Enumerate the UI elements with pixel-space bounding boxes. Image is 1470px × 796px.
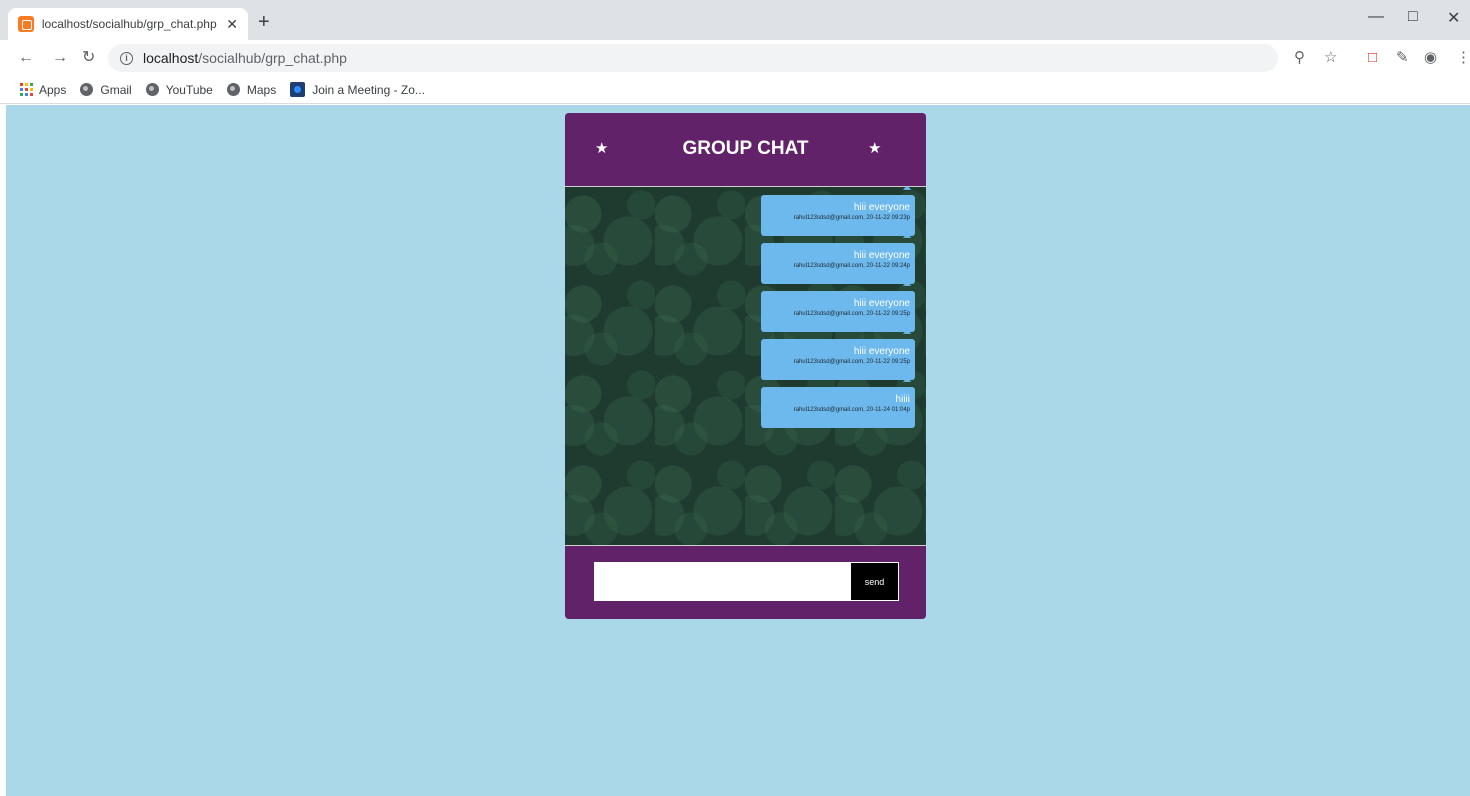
reload-icon[interactable]: ↻ xyxy=(82,49,95,67)
send-button[interactable]: send xyxy=(850,562,899,601)
message-text: hiiii xyxy=(895,394,910,405)
close-tab-icon[interactable]: ✕ xyxy=(226,16,238,33)
apps-grid-icon xyxy=(20,83,33,96)
bookmark-apps[interactable]: Apps xyxy=(20,83,66,97)
forward-arrow-icon[interactable]: → xyxy=(52,49,68,67)
chat-message: hiii everyone rahul123sdsd@gmail.com, 20… xyxy=(761,243,915,284)
url-host: localhost xyxy=(143,50,199,66)
browser-tab[interactable]: localhost/socialhub/grp_chat.php ✕ xyxy=(8,8,248,40)
page-viewport: ★ GROUP CHAT ★ hiii everyone rahul123sds… xyxy=(6,105,1470,796)
bookmark-maps[interactable]: Maps xyxy=(226,82,277,97)
chat-message: hiiii rahul123sdsd@gmail.com, 20-11-24 0… xyxy=(761,387,915,428)
bookmark-label: Apps xyxy=(39,82,67,97)
message-input[interactable] xyxy=(594,562,850,601)
info-icon[interactable]: i xyxy=(120,51,133,65)
globe-icon xyxy=(226,83,240,96)
tab-title: localhost/socialhub/grp_chat.php xyxy=(41,17,217,31)
zoom-magnifier-icon[interactable]: ⚲ xyxy=(1294,50,1305,66)
back-arrow-icon[interactable]: ← xyxy=(18,49,34,67)
chat-message: hiii everyone rahul123sdsd@gmail.com, 20… xyxy=(761,291,915,332)
bookmarks-bar: Apps Gmail YouTube Maps Join a Meeting -… xyxy=(0,76,1470,104)
message-meta: rahul123sdsd@gmail.com, 20-11-22 09:24p xyxy=(793,263,910,269)
bookmark-label: Gmail xyxy=(100,82,132,97)
menu-kebab-icon[interactable]: ⋮ xyxy=(1456,50,1470,66)
extensions-puzzle-icon[interactable]: ✎ xyxy=(1396,50,1409,66)
chat-message: hiii everyone rahul123sdsd@gmail.com, 20… xyxy=(761,339,915,380)
url-path: /socialhub/grp_chat.php xyxy=(198,50,347,66)
profile-avatar-icon[interactable]: ◉ xyxy=(1424,50,1437,66)
new-tab-button[interactable]: + xyxy=(258,12,270,32)
maximize-icon[interactable]: □ xyxy=(1408,8,1418,26)
message-text: hiii everyone xyxy=(853,250,910,261)
close-window-icon[interactable]: ✕ xyxy=(1447,8,1460,28)
bookmark-zoom[interactable]: Join a Meeting - Zo... xyxy=(290,82,425,97)
chat-input-bar: send xyxy=(565,547,926,619)
message-meta: rahul123sdsd@gmail.com, 20-11-22 09:25p xyxy=(793,359,910,365)
xampp-favicon-icon xyxy=(18,16,34,32)
tab-strip: localhost/socialhub/grp_chat.php ✕ + — □… xyxy=(0,0,1470,40)
globe-icon xyxy=(80,83,94,96)
message-text: hiii everyone xyxy=(853,202,910,213)
bookmark-star-icon[interactable]: ☆ xyxy=(1324,50,1337,66)
message-meta: rahul123sdsd@gmail.com, 20-11-22 09:25p xyxy=(793,311,910,317)
bookmark-label: Maps xyxy=(246,82,277,97)
bookmark-label: Join a Meeting - Zo... xyxy=(312,82,425,97)
bookmark-youtube[interactable]: YouTube xyxy=(145,82,213,97)
message-meta: rahul123sdsd@gmail.com, 20-11-22 09:23p xyxy=(793,215,910,221)
pocket-extension-icon[interactable]: □ xyxy=(1368,50,1377,66)
chat-header: ★ GROUP CHAT ★ xyxy=(565,113,926,185)
browser-toolbar: ← → ↻ i localhost/socialhub/grp_chat.php… xyxy=(0,40,1470,76)
minimize-icon[interactable]: — xyxy=(1368,8,1384,26)
bookmark-label: YouTube xyxy=(165,82,213,97)
zoom-icon xyxy=(290,82,306,97)
address-bar[interactable]: i localhost/socialhub/grp_chat.php xyxy=(108,44,1278,72)
star-icon: ★ xyxy=(868,140,882,157)
group-chat-card: ★ GROUP CHAT ★ hiii everyone rahul123sds… xyxy=(565,113,926,619)
message-meta: rahul123sdsd@gmail.com, 20-11-24 01:04p xyxy=(793,407,910,413)
chat-message: hiii everyone rahul123sdsd@gmail.com, 20… xyxy=(761,195,915,236)
bookmark-gmail[interactable]: Gmail xyxy=(80,82,132,97)
chat-messages-area[interactable]: hiii everyone rahul123sdsd@gmail.com, 20… xyxy=(565,186,926,546)
message-text: hiii everyone xyxy=(853,346,910,357)
message-text: hiii everyone xyxy=(853,298,910,309)
globe-icon xyxy=(145,83,159,96)
